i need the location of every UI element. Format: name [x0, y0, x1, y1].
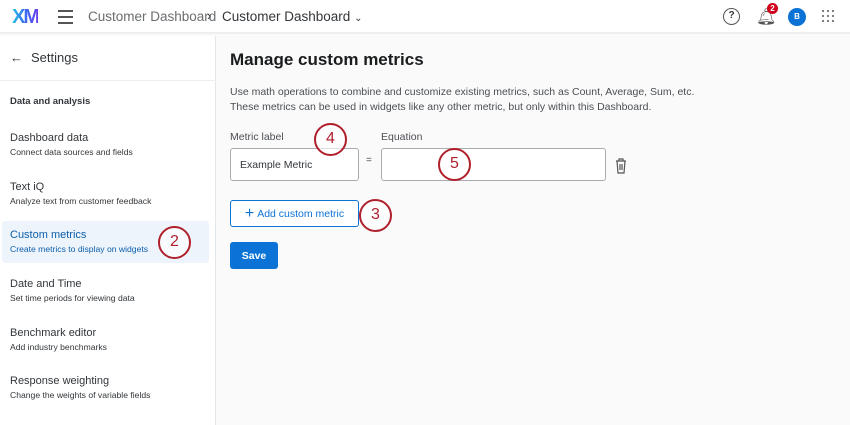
- metric-label-heading: Metric label: [230, 131, 284, 143]
- breadcrumb-current-dropdown[interactable]: Customer Dashboard ⌄: [222, 9, 362, 24]
- notification-badge: 2: [767, 3, 778, 14]
- add-label: Add custom metric: [257, 208, 344, 220]
- equation-heading: Equation: [381, 131, 422, 143]
- callout-2: 2: [158, 226, 191, 259]
- callout-3: 3: [359, 199, 392, 232]
- avatar[interactable]: B: [788, 8, 806, 26]
- item-desc: Set time periods for viewing data: [10, 293, 201, 303]
- menu-icon[interactable]: [58, 10, 73, 28]
- section-heading: Data and analysis: [10, 96, 90, 107]
- callout-4: 4: [314, 123, 347, 156]
- equals-sign: =: [366, 155, 372, 166]
- item-title: Dashboard data: [10, 132, 201, 144]
- item-title: Text iQ: [10, 181, 201, 193]
- sidebar-item-dashboard-data[interactable]: Dashboard data Connect data sources and f…: [2, 124, 209, 166]
- sidebar-item-date-time[interactable]: Date and Time Set time periods for viewin…: [2, 270, 209, 312]
- equation-input[interactable]: [381, 148, 606, 181]
- callout-5: 5: [438, 148, 471, 181]
- plus-icon: +: [245, 205, 254, 223]
- chevron-right-icon: ›: [207, 8, 211, 23]
- item-title: Benchmark editor: [10, 327, 201, 339]
- sidebar-item-response-weighting[interactable]: Response weighting Change the weights of …: [2, 367, 209, 409]
- chevron-down-icon: ⌄: [354, 13, 362, 24]
- item-title: Date and Time: [10, 278, 201, 290]
- item-desc: Connect data sources and fields: [10, 147, 201, 157]
- apps-grid-icon[interactable]: [822, 10, 836, 22]
- trash-icon[interactable]: [615, 158, 627, 174]
- page-title: Manage custom metrics: [230, 50, 424, 70]
- item-desc: Change the weights of variable fields: [10, 390, 201, 400]
- top-bar: XM Customer Dashboard › Customer Dashboa…: [0, 0, 850, 34]
- description-line: Use math operations to combine and custo…: [230, 85, 730, 100]
- add-custom-metric-button[interactable]: +Add custom metric: [230, 200, 359, 227]
- divider: [0, 80, 216, 81]
- back-label: Settings: [31, 50, 78, 65]
- help-icon[interactable]: ?: [723, 8, 740, 25]
- back-to-settings[interactable]: ← Settings: [10, 50, 78, 65]
- breadcrumb-current: Customer Dashboard: [222, 9, 350, 24]
- sidebar-item-text-iq[interactable]: Text iQ Analyze text from customer feedba…: [2, 173, 209, 215]
- xm-logo[interactable]: XM: [12, 6, 38, 29]
- description: Use math operations to combine and custo…: [230, 85, 730, 115]
- item-title: Response weighting: [10, 375, 201, 387]
- item-desc: Add industry benchmarks: [10, 342, 201, 352]
- arrow-left-icon: ←: [10, 50, 23, 65]
- description-line: These metrics can be used in widgets lik…: [230, 100, 730, 115]
- sidebar-item-benchmark-editor[interactable]: Benchmark editor Add industry benchmarks: [2, 319, 209, 361]
- breadcrumb-parent[interactable]: Customer Dashboard: [88, 9, 216, 24]
- item-desc: Analyze text from customer feedback: [10, 196, 201, 206]
- save-button[interactable]: Save: [230, 242, 278, 269]
